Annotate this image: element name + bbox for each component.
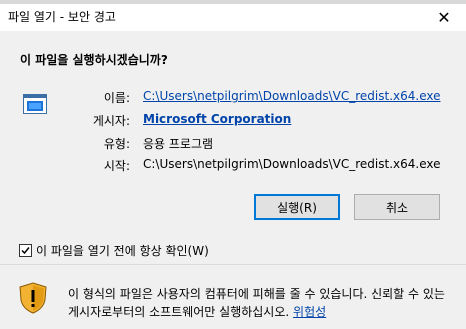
- publisher-row: 게시자: Microsoft Corporation: [0, 112, 466, 128]
- from-row: 시작: C:\Users\netpilgrim\Downloads\VC_red…: [0, 157, 466, 173]
- separator: [0, 264, 466, 265]
- warning-message: 이 형식의 파일은 사용자의 컴퓨터에 피해를 줄 수 있습니다. 신뢰할 수 …: [68, 285, 448, 321]
- warning-text: 이 형식의 파일은 사용자의 컴퓨터에 피해를 줄 수 있습니다. 신뢰할 수 …: [68, 287, 445, 319]
- from-label: 시작:: [103, 159, 130, 173]
- window-title: 파일 열기 - 보안 경고: [8, 10, 116, 24]
- always-ask-checkbox[interactable]: [19, 244, 32, 257]
- security-warning-dialog: 파일 열기 - 보안 경고 ✕ 이 파일을 실행하시겠습니까? 이름: C:\U…: [0, 4, 466, 329]
- type-row: 유형: 응용 프로그램: [0, 135, 466, 151]
- name-row: 이름: C:\Users\netpilgrim\Downloads\VC_red…: [0, 89, 466, 105]
- title-bar: 파일 열기 - 보안 경고 ✕: [0, 4, 466, 31]
- page: 파일 열기 - 보안 경고 ✕ 이 파일을 실행하시겠습니까? 이름: C:\U…: [0, 0, 466, 329]
- risk-link[interactable]: 위험성: [293, 305, 326, 319]
- always-ask-option[interactable]: 이 파일을 열기 전에 항상 확인(W): [19, 242, 209, 259]
- publisher-link[interactable]: Microsoft Corporation: [143, 112, 291, 126]
- security-shield-icon: [19, 282, 47, 314]
- from-value: C:\Users\netpilgrim\Downloads\VC_redist.…: [143, 157, 441, 171]
- run-question: 이 파일을 실행하시겠습니까?: [20, 53, 168, 67]
- close-icon: ✕: [437, 8, 451, 27]
- type-label: 유형:: [103, 137, 130, 151]
- publisher-label: 게시자:: [92, 114, 130, 128]
- type-value: 응용 프로그램: [143, 137, 214, 151]
- run-button[interactable]: 실행(R): [254, 194, 340, 220]
- checkmark-icon: [21, 247, 30, 255]
- name-label: 이름:: [103, 91, 130, 105]
- cancel-button[interactable]: 취소: [354, 194, 440, 220]
- close-button[interactable]: ✕: [422, 4, 466, 31]
- always-ask-label: 이 파일을 열기 전에 항상 확인(W): [36, 244, 209, 258]
- file-name-link[interactable]: C:\Users\netpilgrim\Downloads\VC_redist.…: [143, 89, 441, 103]
